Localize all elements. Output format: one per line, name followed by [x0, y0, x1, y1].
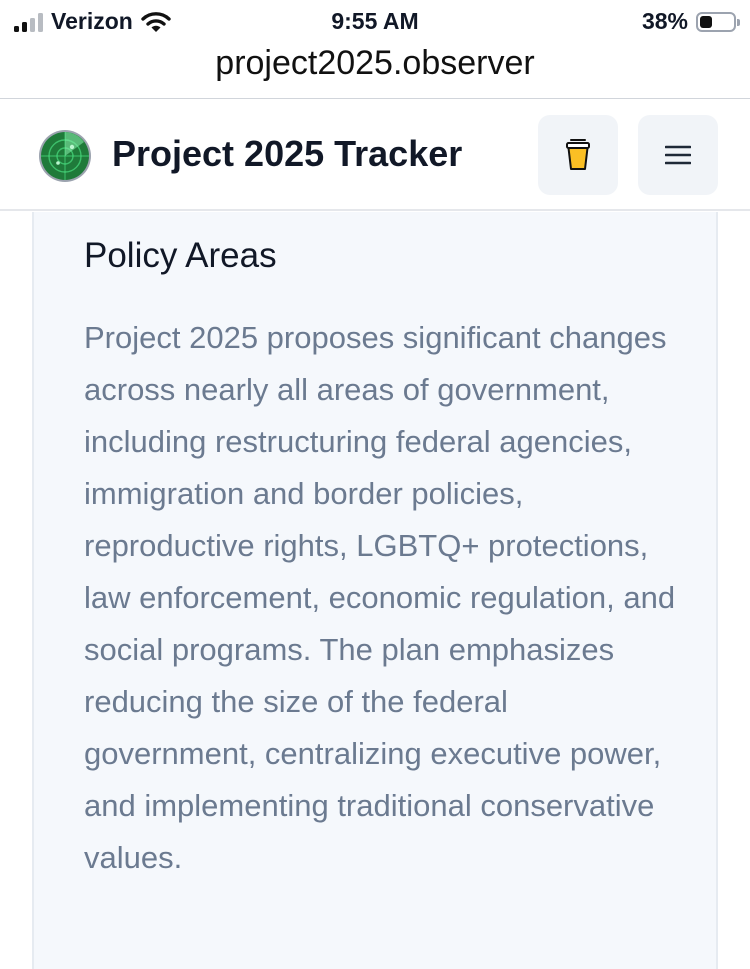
coffee-cup-icon [566, 139, 590, 170]
policy-areas-card: Policy Areas Project 2025 proposes signi… [32, 212, 718, 969]
section-title: Policy Areas [84, 236, 277, 275]
battery-percentage: 38% [641, 8, 688, 34]
section-description: Project 2025 proposes significant change… [84, 320, 676, 875]
status-time: 9:55 AM [331, 8, 419, 34]
browser-url-bar[interactable]: project2025.observer [0, 40, 750, 99]
hamburger-menu-icon [665, 145, 691, 165]
buy-coffee-button[interactable] [538, 115, 618, 195]
menu-button[interactable] [638, 115, 718, 195]
site-title[interactable]: Project 2025 Tracker [112, 133, 462, 175]
site-header: Project 2025 Tracker [0, 99, 750, 211]
battery-fill [700, 15, 712, 28]
url-text[interactable]: project2025.observer [215, 44, 534, 82]
status-bar: Verizon 9:55 AM 38% [0, 0, 750, 40]
status-right: 38% [641, 8, 740, 35]
radar-icon[interactable] [38, 129, 92, 183]
battery-icon [696, 11, 740, 32]
